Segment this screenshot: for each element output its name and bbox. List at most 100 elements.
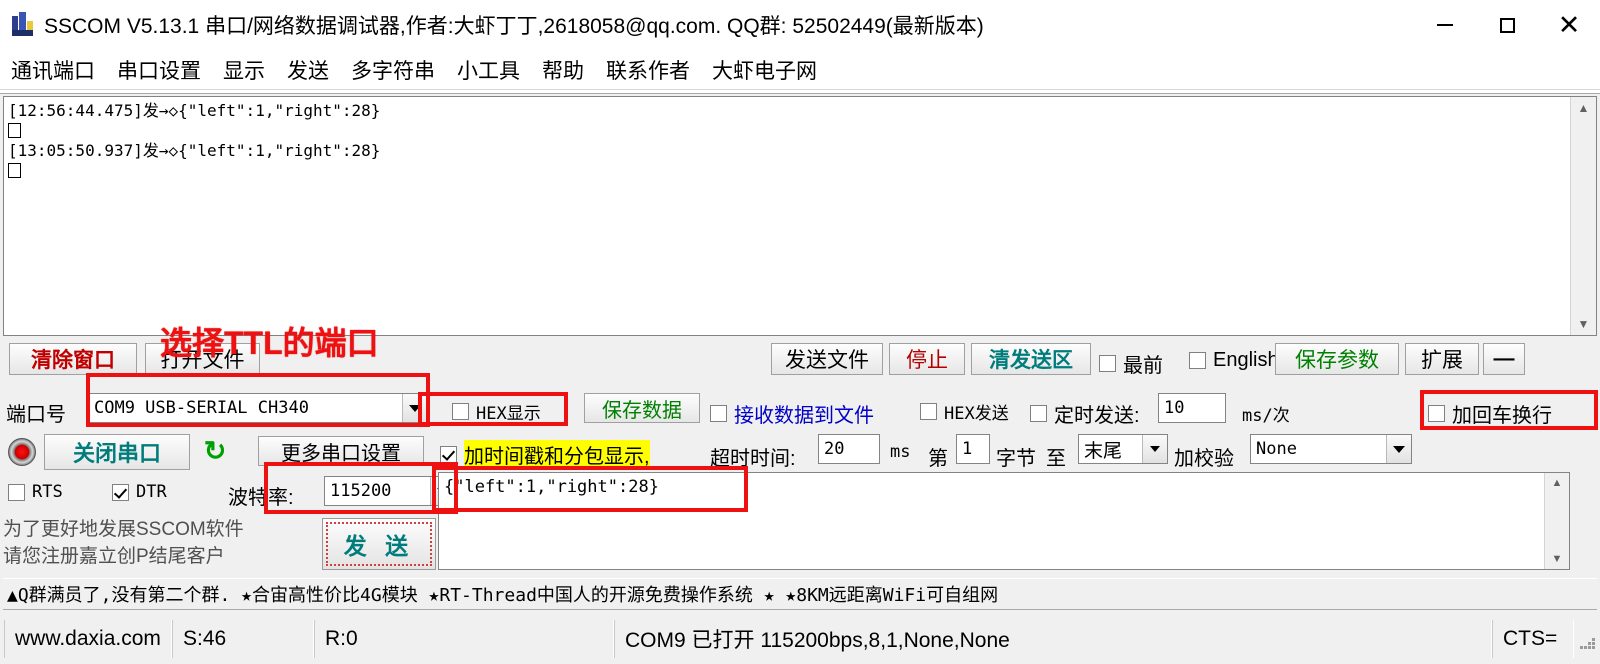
unknown-char-box — [8, 163, 21, 178]
menu-item-contact-author[interactable]: 联系作者 — [595, 55, 701, 85]
checkbox-box[interactable] — [1030, 405, 1047, 422]
checksum-label: 加校验 — [1174, 448, 1234, 470]
send-button[interactable]: 发 送 — [322, 518, 436, 570]
menu-item-display[interactable]: 显示 — [212, 55, 276, 85]
hex-display-checkbox[interactable]: HEX显示 — [452, 399, 541, 424]
menu-item-multi-string[interactable]: 多字符串 — [340, 55, 446, 85]
byte-end-value: 末尾 — [1084, 440, 1123, 462]
title-bar: SSCOM V5.13.1 串口/网络数据调试器,作者:大虾丁丁,2618058… — [0, 0, 1600, 50]
byte-to-label: 至 — [1046, 448, 1066, 470]
checkbox-box[interactable] — [1189, 352, 1206, 369]
ms-per-unit-label: ms/次 — [1242, 406, 1290, 426]
status-sent-count: S:46 — [172, 620, 314, 658]
send-file-button[interactable]: 发送文件 — [771, 343, 883, 375]
dtr-label: DTR — [136, 482, 167, 502]
timeout-input[interactable]: 20 — [818, 434, 880, 464]
chevron-down-icon[interactable] — [402, 394, 427, 422]
receive-panel: [12:56:44.475]发→◇{"left":1,"right":28} [… — [3, 96, 1597, 336]
byte-end-select[interactable]: 末尾 — [1078, 434, 1168, 464]
port-label: 端口号 — [6, 404, 66, 426]
clear-send-area-button[interactable]: 清发送区 — [971, 343, 1091, 375]
refresh-ports-icon[interactable]: ↻ — [200, 436, 230, 466]
menu-item-comm-port[interactable]: 通讯端口 — [0, 55, 106, 85]
scroll-down-icon[interactable]: ▼ — [1545, 549, 1569, 569]
close-port-button[interactable]: 关闭串口 — [44, 434, 190, 470]
timeout-label: 超时时间: — [710, 448, 796, 470]
status-cts: CTS= — [1492, 620, 1574, 658]
minimize-icon[interactable] — [1414, 0, 1476, 50]
checkbox-box[interactable] — [710, 405, 727, 422]
checkbox-box[interactable] — [112, 483, 129, 501]
scroll-up-icon[interactable]: ▲ — [1571, 97, 1596, 119]
scroll-down-icon[interactable]: ▼ — [1571, 313, 1596, 335]
baud-rate-value: 115200 — [330, 481, 392, 501]
timed-send-checkbox[interactable]: 定时发送: — [1030, 399, 1140, 428]
receive-textarea[interactable]: [12:56:44.475]发→◇{"left":1,"right":28} [… — [4, 97, 1570, 335]
sscom-window: SSCOM V5.13.1 串口/网络数据调试器,作者:大虾丁丁,2618058… — [0, 0, 1600, 664]
send-scrollbar[interactable]: ▲ ▼ — [1544, 473, 1569, 569]
baud-rate-label: 波特率: — [228, 487, 294, 509]
baud-rate-select[interactable]: 115200 — [324, 476, 456, 506]
receive-line-2: [13:05:50.937]发→◇{"left":1,"right":28} — [8, 141, 381, 160]
menu-item-help[interactable]: 帮助 — [531, 55, 595, 85]
status-website[interactable]: www.daxia.com — [4, 620, 172, 658]
save-data-button[interactable]: 保存数据 — [584, 393, 700, 423]
more-serial-settings-button[interactable]: 更多串口设置 — [258, 436, 424, 466]
checkbox-box[interactable] — [8, 483, 25, 501]
maximize-icon[interactable] — [1476, 0, 1538, 50]
timed-send-interval-input[interactable]: 10 — [1158, 393, 1226, 423]
checksum-select[interactable]: None — [1250, 434, 1412, 464]
hex-send-label: HEX发送 — [944, 404, 1009, 424]
chevron-down-icon[interactable] — [1386, 435, 1411, 463]
timestamp-checkbox[interactable]: 加时间戳和分包显示, — [440, 440, 650, 469]
checksum-value: None — [1256, 439, 1297, 459]
byte-index-input[interactable]: 1 — [956, 434, 990, 464]
resize-grip-icon[interactable] — [1574, 628, 1596, 650]
menu-item-daxia-web[interactable]: 大虾电子网 — [701, 55, 828, 85]
receive-to-file-label: 接收数据到文件 — [734, 405, 874, 427]
checkbox-box[interactable] — [920, 403, 937, 420]
advertisement-bar[interactable]: ▲Q群满员了,没有第二个群. ★合宙高性价比4G模块 ★RT-Thread中国人… — [3, 578, 1597, 610]
topmost-label: 最前 — [1123, 355, 1163, 377]
menu-bar: 通讯端口 串口设置 显示 发送 多字符串 小工具 帮助 联系作者 大虾电子网 — [0, 50, 1600, 90]
stop-button[interactable]: 停止 — [889, 343, 965, 375]
send-panel: {"left":1,"right":28} ▲ ▼ — [438, 472, 1570, 570]
chevron-down-icon[interactable] — [1142, 435, 1167, 463]
checkbox-box[interactable] — [1099, 355, 1116, 372]
checkbox-box[interactable] — [1428, 405, 1445, 422]
receive-line-1: [12:56:44.475]发→◇{"left":1,"right":28} — [8, 101, 381, 120]
port-status-led-icon — [8, 438, 36, 466]
unknown-char-box — [8, 123, 21, 138]
timestamp-label: 加时间戳和分包显示, — [464, 440, 650, 469]
checkbox-box[interactable] — [440, 446, 457, 463]
port-select[interactable]: COM9 USB-SERIAL CH340 — [88, 393, 428, 423]
menu-separator — [0, 89, 1600, 94]
timed-send-label: 定时发送: — [1054, 405, 1140, 427]
receive-scrollbar[interactable]: ▲ ▼ — [1570, 97, 1596, 335]
checkbox-box[interactable] — [452, 403, 469, 420]
promo-line-1: 为了更好地发展SSCOM软件 — [3, 519, 244, 540]
receive-to-file-checkbox[interactable]: 接收数据到文件 — [710, 399, 874, 428]
menu-item-send[interactable]: 发送 — [276, 55, 340, 85]
clear-window-button[interactable]: 清除窗口 — [9, 343, 137, 375]
save-params-button[interactable]: 保存参数 — [1275, 343, 1399, 375]
menu-item-serial-settings[interactable]: 串口设置 — [106, 55, 212, 85]
focus-outline — [326, 522, 432, 566]
close-icon[interactable]: ✕ — [1538, 0, 1600, 50]
hex-send-checkbox[interactable]: HEX发送 — [920, 399, 1009, 424]
menu-item-tools[interactable]: 小工具 — [446, 55, 531, 85]
english-checkbox[interactable]: English — [1189, 349, 1279, 372]
dtr-checkbox[interactable]: DTR — [112, 482, 167, 502]
rts-checkbox[interactable]: RTS — [8, 482, 63, 502]
ms-unit-label: ms — [890, 442, 911, 462]
expand-button[interactable]: 扩展 — [1405, 343, 1479, 375]
scroll-up-icon[interactable]: ▲ — [1545, 473, 1569, 493]
byte-unit-label: 字节 — [996, 448, 1036, 470]
rts-label: RTS — [32, 482, 63, 502]
add-crlf-checkbox[interactable]: 加回车换行 — [1428, 399, 1552, 428]
topmost-checkbox[interactable]: 最前 — [1099, 349, 1163, 378]
hex-display-label: HEX显示 — [476, 404, 541, 424]
send-textarea[interactable]: {"left":1,"right":28} — [439, 473, 1544, 569]
port-select-value: COM9 USB-SERIAL CH340 — [94, 398, 309, 418]
collapse-button[interactable]: — — [1483, 343, 1525, 375]
